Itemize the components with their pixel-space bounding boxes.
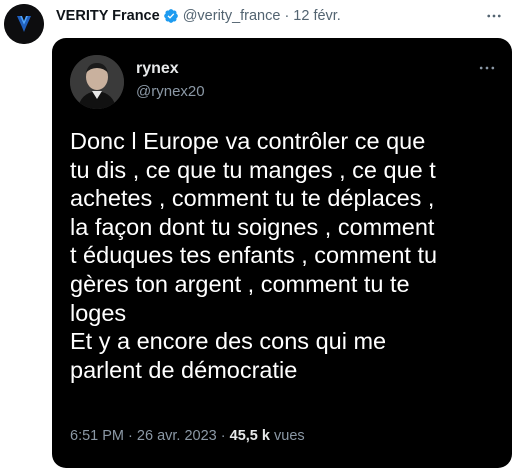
separator-dot: · — [128, 428, 133, 444]
card-author-handle: @rynex20 — [136, 83, 205, 100]
card-date: 26 avr. 2023 — [136, 428, 217, 444]
author-handle[interactable]: @verity_france — [183, 8, 281, 24]
embedded-tweet-image[interactable]: rynex @rynex20 Donc l Europe va contrôle… — [52, 38, 512, 468]
card-metadata: 6:51 PM · 26 avr. 2023 · 45,5 k vues — [70, 428, 305, 444]
author-name[interactable]: VERITY France — [56, 8, 160, 24]
card-views-label: vues — [274, 428, 305, 444]
card-time: 6:51 PM — [70, 428, 124, 444]
separator-dot: · — [220, 428, 226, 444]
card-more-options-icon — [476, 60, 498, 76]
verity-logo-icon[interactable] — [4, 4, 44, 44]
card-views-count: 45,5 k — [229, 428, 270, 444]
tweet-date[interactable]: 12 févr. — [293, 8, 341, 24]
more-options-icon[interactable] — [484, 6, 504, 26]
tweet[interactable]: VERITY France @verity_france · 12 févr. — [0, 0, 516, 475]
separator-dot: · — [284, 8, 290, 24]
card-tweet-text: Donc l Europe va contrôler ce que tu dis… — [70, 128, 438, 383]
user-avatar-icon — [70, 55, 124, 109]
verified-badge-icon — [163, 8, 179, 24]
tweet-header: VERITY France @verity_france · 12 févr. — [56, 6, 341, 26]
card-author-name: rynex — [136, 60, 179, 77]
